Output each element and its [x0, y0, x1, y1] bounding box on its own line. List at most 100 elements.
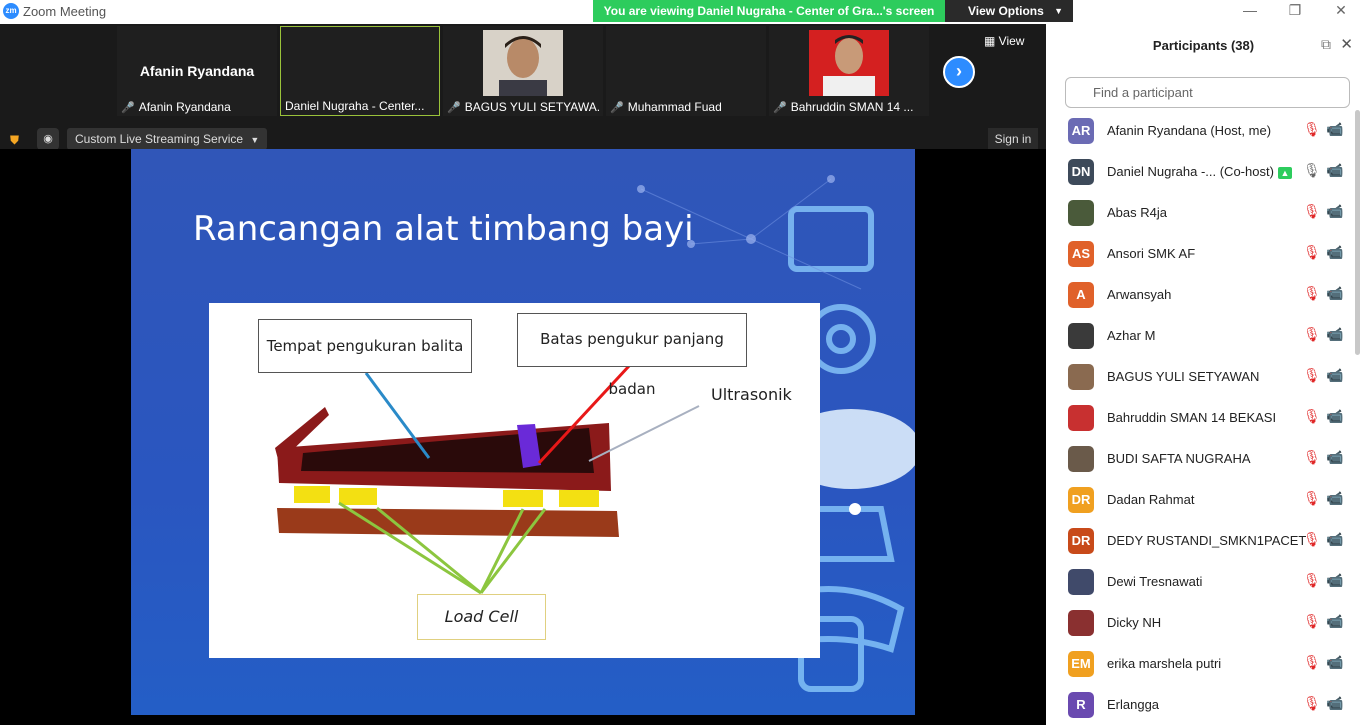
- participant-row[interactable]: EM erika marshela putri 🎙 📹: [1046, 643, 1353, 684]
- participant-row[interactable]: Bahruddin SMAN 14 BEKASI 🎙 📹: [1046, 397, 1353, 438]
- avatar: EM: [1068, 651, 1094, 677]
- participant-name: Arwansyah: [1107, 287, 1172, 302]
- avatar: DR: [1068, 487, 1094, 513]
- camera-off-icon[interactable]: 📹: [1326, 121, 1343, 138]
- participant-photo: [483, 30, 563, 96]
- camera-off-icon[interactable]: 📹: [1326, 367, 1343, 384]
- sign-in-button[interactable]: Sign in: [988, 128, 1038, 150]
- camera-off-icon[interactable]: 📹: [1326, 695, 1343, 712]
- participants-panel: Participants (38) ⧉ ✕ 🔍︎ ARAfanin Ryanda…: [1046, 24, 1361, 725]
- video-tile-bagus[interactable]: 🎤 BAGUS YULI SETYAWA...: [443, 26, 603, 116]
- avatar: [1068, 610, 1094, 636]
- mic-muted-icon[interactable]: 🎙: [1303, 285, 1321, 302]
- caret-down-icon: ▼: [250, 135, 260, 145]
- camera-off-icon[interactable]: 📹: [1326, 572, 1343, 589]
- tile-name: Afanin Ryandana: [138, 100, 231, 114]
- participant-row[interactable]: DR DEDY RUSTANDI_SMKN1PACET 🎙 📹: [1046, 520, 1353, 561]
- participant-row[interactable]: DN Daniel Nugraha -... (Co-host) ▲ 🎙 📹: [1046, 151, 1353, 192]
- popout-icon[interactable]: ⧉: [1321, 36, 1331, 53]
- window-title: Zoom Meeting: [23, 4, 107, 19]
- participant-name: Dicky NH: [1107, 615, 1162, 630]
- shared-screen: Rancangan alat timbang bayi Tempat pengu…: [0, 149, 1046, 725]
- camera-off-icon[interactable]: 📹: [1326, 285, 1343, 302]
- close-panel-icon[interactable]: ✕: [1340, 35, 1353, 53]
- mic-muted-icon[interactable]: 🎙: [1303, 244, 1321, 261]
- video-tile-daniel[interactable]: Daniel Nugraha - Center...: [280, 26, 440, 116]
- camera-off-icon[interactable]: 📹: [1326, 490, 1343, 507]
- avatar: [1068, 446, 1094, 472]
- participant-row[interactable]: A Arwansyah 🎙 📹: [1046, 274, 1353, 315]
- camera-off-icon[interactable]: 📹: [1326, 408, 1343, 425]
- camera-off-icon[interactable]: 📹: [1326, 531, 1343, 548]
- mic-muted-icon[interactable]: 🎙: [1303, 654, 1321, 671]
- avatar: AR: [1068, 118, 1094, 144]
- camera-icon[interactable]: 📹: [1326, 162, 1343, 179]
- participant-search-input[interactable]: [1065, 77, 1350, 108]
- camera-off-icon[interactable]: 📹: [1326, 326, 1343, 343]
- mic-muted-icon[interactable]: 🎙: [1303, 408, 1321, 425]
- avatar: A: [1068, 282, 1094, 308]
- minimize-button[interactable]: —: [1240, 2, 1260, 18]
- participant-row[interactable]: Dewi Tresnawati 🎙 📹: [1046, 561, 1353, 602]
- label-measure-place: Tempat pengukuran balita: [258, 319, 472, 373]
- participants-scrollbar[interactable]: [1355, 110, 1360, 355]
- participant-row[interactable]: R Erlangga 🎙 📹: [1046, 684, 1353, 725]
- participant-row[interactable]: Azhar M 🎙 📹: [1046, 315, 1353, 356]
- camera-off-icon[interactable]: 📹: [1326, 654, 1343, 671]
- label-load-cell: Load Cell: [417, 594, 546, 640]
- shield-icon[interactable]: ⛊: [10, 133, 19, 148]
- restore-button[interactable]: ❐: [1285, 2, 1305, 19]
- view-options-button[interactable]: View Options ▼: [945, 0, 1073, 22]
- zoom-logo-icon: zm: [3, 3, 19, 19]
- live-streaming-dropdown[interactable]: Custom Live Streaming Service ▼: [67, 128, 268, 150]
- view-button[interactable]: ▦ View: [984, 34, 1024, 48]
- video-tile-bahruddin[interactable]: 🎤 Bahruddin SMAN 14 ...: [769, 26, 929, 116]
- participant-name: Bahruddin SMAN 14 BEKASI: [1107, 410, 1277, 425]
- video-tile-fuad[interactable]: 🎤 Muhammad Fuad: [606, 26, 766, 116]
- next-page-button[interactable]: ›: [943, 56, 975, 88]
- participant-name: Abas R4ja: [1107, 205, 1167, 220]
- mic-muted-icon[interactable]: 🎙: [1303, 326, 1321, 343]
- muted-mic-icon: 🎤: [773, 102, 787, 114]
- mic-muted-icon[interactable]: 🎙: [1303, 572, 1321, 589]
- diagram-box: Tempat pengukuran balita Batas pengukur …: [209, 303, 820, 658]
- participant-name: Dadan Rahmat: [1107, 492, 1195, 507]
- mic-muted-icon[interactable]: 🎙: [1303, 203, 1321, 220]
- participant-row[interactable]: BAGUS YULI SETYAWAN 🎙 📹: [1046, 356, 1353, 397]
- mic-muted-icon[interactable]: 🎙: [1303, 613, 1321, 630]
- chevron-down-icon: ▼: [1054, 6, 1063, 16]
- video-tile-afanin[interactable]: Afanin Ryandana 🎤 Afanin Ryandana: [117, 26, 277, 116]
- mic-muted-icon[interactable]: 🎙: [1303, 531, 1321, 548]
- tile-name: Bahruddin SMAN 14 ...: [790, 100, 914, 114]
- camera-off-icon[interactable]: 📹: [1326, 203, 1343, 220]
- avatar: [1068, 364, 1094, 390]
- mic-muted-icon[interactable]: 🎙: [1303, 121, 1321, 138]
- livestream-label: Custom Live Streaming Service: [75, 132, 244, 146]
- participant-photo: [809, 30, 889, 96]
- tile-display-name: Afanin Ryandana: [139, 63, 255, 79]
- participant-row[interactable]: Abas R4ja 🎙 📹: [1046, 192, 1353, 233]
- close-button[interactable]: ✕: [1331, 2, 1351, 19]
- participant-name: Daniel Nugraha -... (Co-host): [1107, 164, 1274, 179]
- muted-mic-icon: 🎤: [121, 102, 135, 114]
- participant-name: erika marshela putri: [1107, 656, 1222, 671]
- participant-row[interactable]: DR Dadan Rahmat 🎙 📹: [1046, 479, 1353, 520]
- mic-icon[interactable]: 🎙: [1303, 162, 1321, 179]
- participant-name: Ansori SMK AF: [1107, 246, 1196, 261]
- camera-off-icon[interactable]: 📹: [1326, 244, 1343, 261]
- camera-off-icon[interactable]: 📹: [1326, 613, 1343, 630]
- participant-name: Dewi Tresnawati: [1107, 574, 1203, 589]
- participant-row[interactable]: AR Afanin Ryandana (Host, me) 🎙 📹: [1046, 110, 1353, 151]
- avatar: AS: [1068, 241, 1094, 267]
- mic-muted-icon[interactable]: 🎙: [1303, 367, 1321, 384]
- mic-muted-icon[interactable]: 🎙: [1303, 490, 1321, 507]
- participant-row[interactable]: AS Ansori SMK AF 🎙 📹: [1046, 233, 1353, 274]
- avatar: R: [1068, 692, 1094, 718]
- mic-muted-icon[interactable]: 🎙: [1303, 449, 1321, 466]
- participant-row[interactable]: Dicky NH 🎙 📹: [1046, 602, 1353, 643]
- participant-row[interactable]: BUDI SAFTA NUGRAHA 🎙 📹: [1046, 438, 1353, 479]
- rss-icon[interactable]: ◉: [37, 128, 59, 150]
- camera-off-icon[interactable]: 📹: [1326, 449, 1343, 466]
- avatar: [1068, 200, 1094, 226]
- mic-muted-icon[interactable]: 🎙: [1303, 695, 1321, 712]
